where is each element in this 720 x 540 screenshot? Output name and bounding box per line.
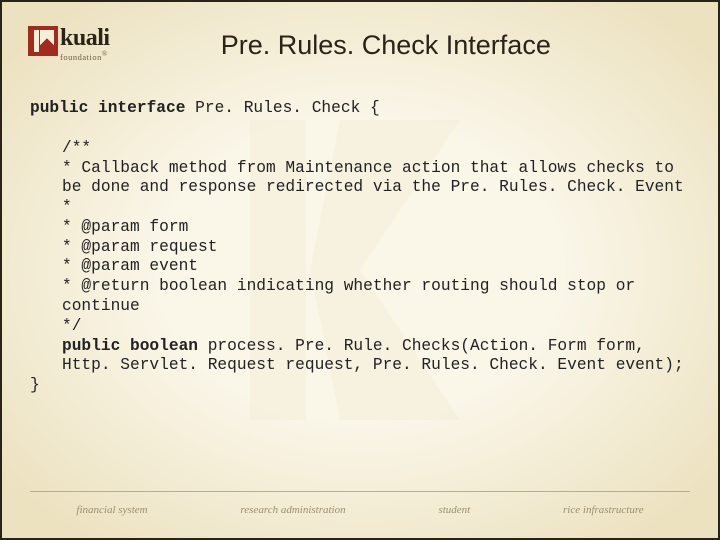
javadoc-blank: * xyxy=(30,198,690,218)
footer-research: research administration xyxy=(240,504,345,516)
code-line-declaration: public interface Pre. Rules. Check { xyxy=(30,99,690,119)
footer-financial: financial system xyxy=(76,504,147,516)
footer-student: student xyxy=(438,504,470,516)
javadoc-description: * Callback method from Maintenance actio… xyxy=(30,159,690,199)
close-brace: } xyxy=(30,376,690,396)
footer-divider xyxy=(30,491,690,492)
javadoc-param-form: * @param form xyxy=(30,218,690,238)
header: kuali foundation® Pre. Rules. Check Inte… xyxy=(28,20,692,61)
code-block: public interface Pre. Rules. Check { /**… xyxy=(28,99,692,395)
footer-rice: rice infrastructure xyxy=(563,504,644,516)
javadoc-return: * @return boolean indicating whether rou… xyxy=(30,277,690,317)
slide: kuali foundation® Pre. Rules. Check Inte… xyxy=(0,0,720,540)
method-signature: public boolean process. Pre. Rule. Check… xyxy=(30,337,690,377)
javadoc-close: */ xyxy=(30,317,690,337)
logo-mark-icon xyxy=(28,26,58,56)
javadoc-param-request: * @param request xyxy=(30,238,690,258)
javadoc-open: /** xyxy=(30,139,690,159)
slide-title: Pre. Rules. Check Interface xyxy=(80,30,692,61)
footer: financial system research administration… xyxy=(2,504,718,516)
javadoc-param-event: * @param event xyxy=(30,257,690,277)
